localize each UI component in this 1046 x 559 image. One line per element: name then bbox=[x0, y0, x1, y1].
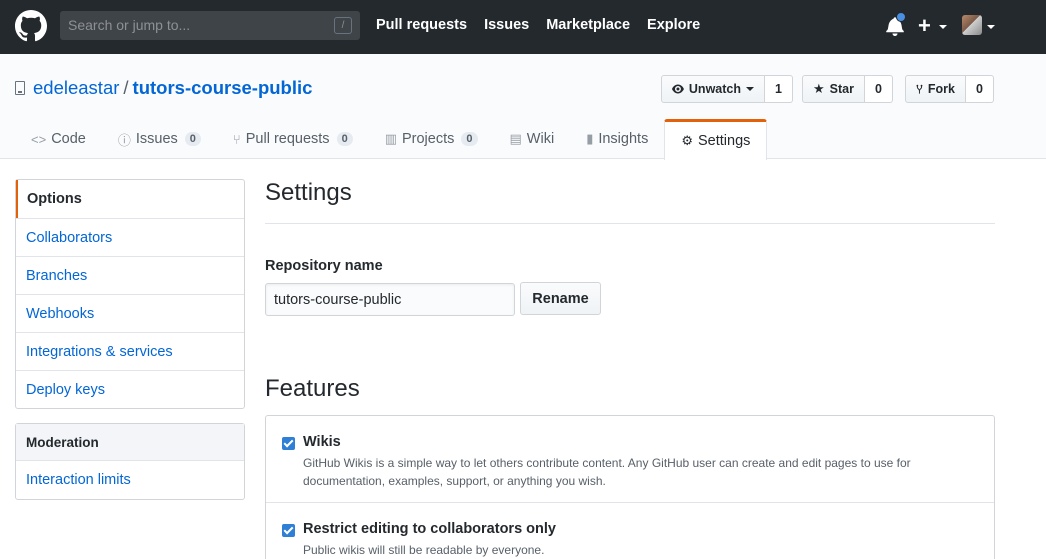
issue-icon: ⓘ bbox=[117, 132, 131, 148]
repo-owner-link[interactable]: edeleastar bbox=[33, 77, 119, 98]
sidebar-item-collaborators[interactable]: Collaborators bbox=[16, 218, 244, 256]
restrict-editing-checkbox[interactable] bbox=[282, 524, 295, 537]
wikis-note: GitHub Wikis is a simple way to let othe… bbox=[303, 456, 911, 488]
star-control: ★ Star 0 bbox=[802, 75, 893, 103]
restrict-editing-title: Restrict editing to collaborators only bbox=[303, 521, 556, 537]
tab-insights[interactable]: ▮ Insights bbox=[570, 119, 664, 159]
star-button[interactable]: ★ Star bbox=[802, 75, 865, 103]
eye-icon bbox=[672, 84, 684, 94]
features-box: Wikis GitHub Wikis is a simple way to le… bbox=[265, 415, 995, 559]
repo-path-separator: / bbox=[123, 77, 129, 98]
repo-name-link[interactable]: tutors-course-public bbox=[133, 77, 313, 98]
watch-caret-icon bbox=[746, 87, 754, 91]
tab-wiki[interactable]: ▤ Wiki bbox=[494, 119, 571, 159]
search-shortcut-key: / bbox=[334, 17, 352, 34]
tab-insights-label: Insights bbox=[598, 131, 649, 147]
top-header: Search or jump to... / Pull requests Iss… bbox=[0, 0, 1046, 54]
user-menu-caret-icon[interactable] bbox=[987, 25, 995, 29]
sidebar-item-options[interactable]: Options bbox=[16, 180, 244, 218]
watch-control: Unwatch 1 bbox=[661, 75, 793, 103]
create-new-plus-icon[interactable]: + bbox=[918, 13, 931, 39]
repo-nav-tabs: <> Code ⓘ Issues 0 ⑂ Pull requests 0 ▥ P… bbox=[15, 119, 768, 160]
tab-pull-requests[interactable]: ⑂ Pull requests 0 bbox=[217, 119, 369, 159]
nav-issues[interactable]: Issues bbox=[484, 17, 529, 33]
global-nav: Pull requests Issues Marketplace Explore bbox=[376, 17, 700, 33]
restrict-editing-note: Public wikis will still be readable by e… bbox=[303, 543, 545, 557]
code-icon: <> bbox=[31, 131, 47, 147]
create-menu-caret-icon[interactable] bbox=[939, 25, 947, 29]
sidebar-item-branches[interactable]: Branches bbox=[16, 256, 244, 294]
settings-menu: Options Collaborators Branches Webhooks … bbox=[15, 179, 245, 409]
fork-label: Fork bbox=[927, 82, 955, 96]
sidebar-item-deploy-keys[interactable]: Deploy keys bbox=[16, 370, 244, 408]
moderation-menu: Moderation Interaction limits bbox=[15, 423, 245, 500]
user-avatar[interactable] bbox=[962, 15, 982, 35]
features-heading: Features bbox=[265, 375, 360, 402]
tab-issues[interactable]: ⓘ Issues 0 bbox=[102, 119, 217, 159]
tab-projects-label: Projects bbox=[401, 131, 455, 147]
graph-icon: ▮ bbox=[586, 131, 594, 146]
unwatch-button[interactable]: Unwatch bbox=[661, 75, 765, 103]
gear-icon: ⚙ bbox=[681, 133, 693, 148]
github-logo-icon[interactable] bbox=[15, 10, 47, 42]
nav-pull-requests[interactable]: Pull requests bbox=[376, 17, 467, 33]
settings-main: Settings Repository name Rename Features… bbox=[265, 179, 995, 559]
watchers-count[interactable]: 1 bbox=[765, 75, 793, 103]
tab-pull-requests-label: Pull requests bbox=[245, 131, 330, 147]
fork-control: Fork 0 bbox=[905, 75, 994, 103]
page-title: Settings bbox=[265, 179, 995, 224]
repository-name-input[interactable] bbox=[265, 283, 515, 316]
wikis-title: Wikis bbox=[303, 434, 341, 450]
feature-restrict-editing: Restrict editing to collaborators only P… bbox=[266, 503, 994, 559]
stargazers-count[interactable]: 0 bbox=[865, 75, 893, 103]
tab-settings[interactable]: ⚙ Settings bbox=[664, 119, 768, 160]
search-input[interactable]: Search or jump to... / bbox=[60, 11, 360, 40]
unread-indicator bbox=[896, 12, 906, 22]
unwatch-label: Unwatch bbox=[688, 82, 741, 96]
nav-explore[interactable]: Explore bbox=[647, 17, 700, 33]
book-icon: ▤ bbox=[509, 131, 522, 146]
pull-requests-counter: 0 bbox=[336, 132, 353, 146]
nav-marketplace[interactable]: Marketplace bbox=[546, 17, 630, 33]
sidebar-item-interaction-limits[interactable]: Interaction limits bbox=[16, 461, 244, 499]
tab-projects[interactable]: ▥ Projects 0 bbox=[369, 119, 494, 159]
pull-request-icon: ⑂ bbox=[232, 131, 241, 147]
moderation-heading: Moderation bbox=[16, 424, 244, 461]
fork-icon bbox=[916, 84, 923, 94]
search-placeholder: Search or jump to... bbox=[68, 17, 191, 33]
wikis-checkbox[interactable] bbox=[282, 437, 295, 450]
tab-settings-label: Settings bbox=[697, 133, 751, 149]
star-label: Star bbox=[829, 82, 854, 96]
projects-counter: 0 bbox=[461, 132, 478, 146]
tab-issues-label: Issues bbox=[135, 131, 178, 147]
fork-button[interactable]: Fork bbox=[905, 75, 966, 103]
repository-name-label: Repository name bbox=[265, 258, 383, 274]
issues-counter: 0 bbox=[184, 132, 201, 146]
sidebar-item-webhooks[interactable]: Webhooks bbox=[16, 294, 244, 332]
tab-code[interactable]: <> Code bbox=[15, 119, 102, 159]
project-icon: ▥ bbox=[384, 131, 397, 146]
feature-wikis: Wikis GitHub Wikis is a simple way to le… bbox=[266, 416, 994, 503]
star-icon: ★ bbox=[813, 81, 825, 96]
tab-wiki-label: Wiki bbox=[526, 131, 555, 147]
repo-title: edeleastar / tutors-course-public bbox=[33, 77, 312, 99]
repo-icon bbox=[15, 81, 25, 95]
sidebar-item-integrations[interactable]: Integrations & services bbox=[16, 332, 244, 370]
tab-code-label: Code bbox=[51, 131, 86, 147]
forks-count[interactable]: 0 bbox=[966, 75, 994, 103]
rename-button[interactable]: Rename bbox=[520, 282, 601, 315]
